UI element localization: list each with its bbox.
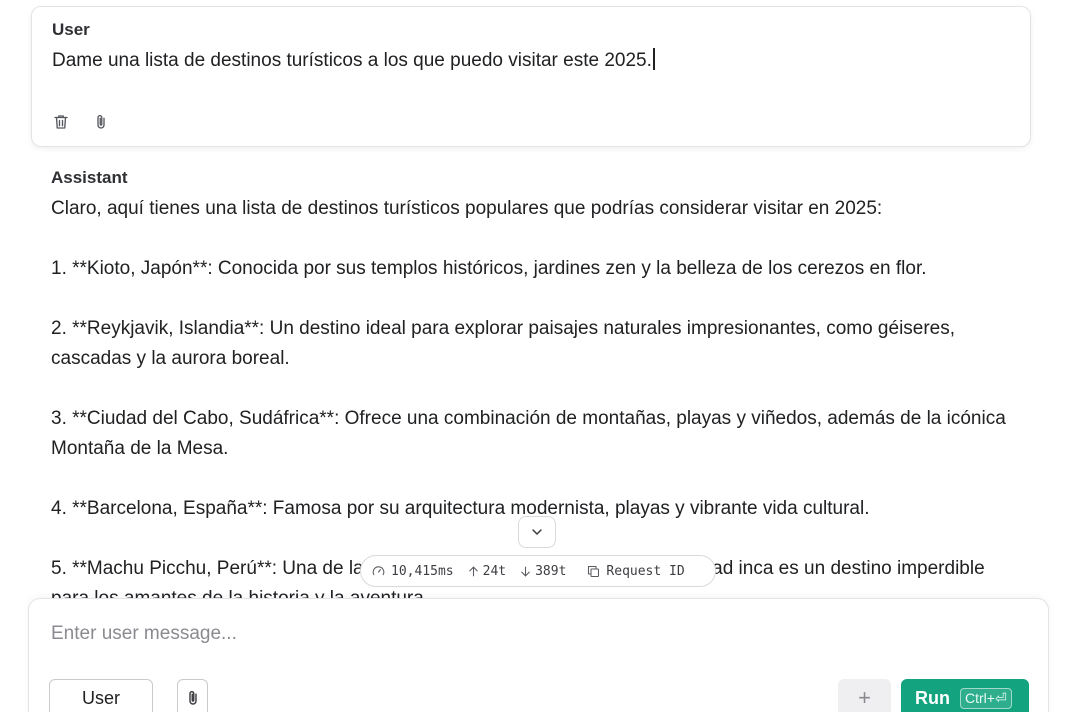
assistant-role-label: Assistant (51, 168, 128, 187)
paperclip-icon (188, 690, 197, 705)
run-button[interactable]: Run Ctrl+⏎ (901, 679, 1029, 712)
text-caret (652, 48, 655, 70)
request-id-button[interactable]: Request ID (586, 564, 685, 579)
user-message-card[interactable]: User Dame una lista de destinos turístic… (31, 6, 1031, 147)
latency-stat: 10,415ms (371, 564, 454, 579)
attach-button[interactable] (177, 679, 208, 712)
message-actions (51, 112, 111, 132)
role-toggle-button[interactable]: User (49, 679, 153, 712)
scroll-down-button[interactable] (518, 516, 556, 548)
message-composer: User + Run Ctrl+⏎ (28, 598, 1049, 712)
input-tokens-stat: 24t (466, 564, 506, 579)
trash-icon[interactable] (51, 112, 71, 132)
response-stats: 10,415ms 24t 389t Request ID (360, 555, 716, 587)
copy-icon (588, 565, 600, 577)
user-message-text[interactable]: Dame una lista de destinos turísticos a … (52, 48, 655, 72)
user-role-label: User (52, 20, 90, 39)
user-message-input[interactable] (51, 623, 1011, 645)
run-label: Run (915, 687, 950, 708)
paperclip-icon[interactable] (91, 112, 111, 132)
output-tokens-stat: 389t (518, 564, 566, 579)
add-message-button[interactable]: + (838, 679, 891, 712)
chevron-down-icon (532, 529, 542, 535)
run-shortcut: Ctrl+⏎ (960, 687, 1012, 709)
arrow-up-icon (468, 566, 478, 576)
gauge-icon (372, 565, 385, 575)
arrow-down-icon (521, 566, 530, 576)
